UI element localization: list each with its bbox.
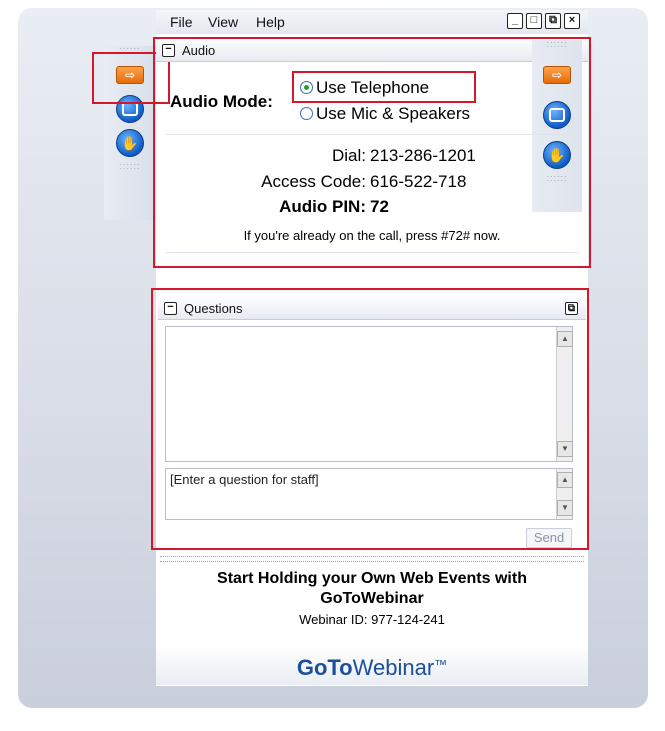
- maximize-button[interactable]: □: [526, 13, 542, 29]
- highlight-questions-panel: [151, 288, 589, 550]
- promo-block: Start Holding your Own Web Events with G…: [156, 570, 588, 627]
- menu-bar: File View Help _ □ ⧉ ×: [156, 10, 588, 34]
- panel-splitter[interactable]: [160, 556, 584, 562]
- brand-footer: GoToWebinar™: [156, 645, 588, 685]
- brand-tm: ™: [434, 657, 448, 672]
- menu-file[interactable]: File: [170, 14, 193, 30]
- toolbar-grip-bottom[interactable]: ::::::: [104, 162, 156, 172]
- webinar-id: Webinar ID: 977-124-241: [299, 612, 445, 627]
- menu-help[interactable]: Help: [256, 14, 285, 30]
- brand-webinar: Webinar: [352, 655, 435, 680]
- brand-goto: GoTo: [296, 655, 353, 680]
- promo-line-1: Start Holding your Own Web Events with: [217, 570, 527, 587]
- restore-button[interactable]: ⧉: [545, 13, 561, 29]
- close-button[interactable]: ×: [564, 13, 580, 29]
- menu-view[interactable]: View: [208, 14, 238, 30]
- highlight-audio-panel: [153, 37, 591, 268]
- minimize-button[interactable]: _: [507, 13, 523, 29]
- window-controls: _ □ ⧉ ×: [507, 13, 580, 29]
- raise-hand-icon: ✋: [116, 129, 144, 157]
- promo-line-2[interactable]: GoToWebinar: [156, 590, 588, 608]
- raise-hand-button[interactable]: ✋: [114, 128, 146, 158]
